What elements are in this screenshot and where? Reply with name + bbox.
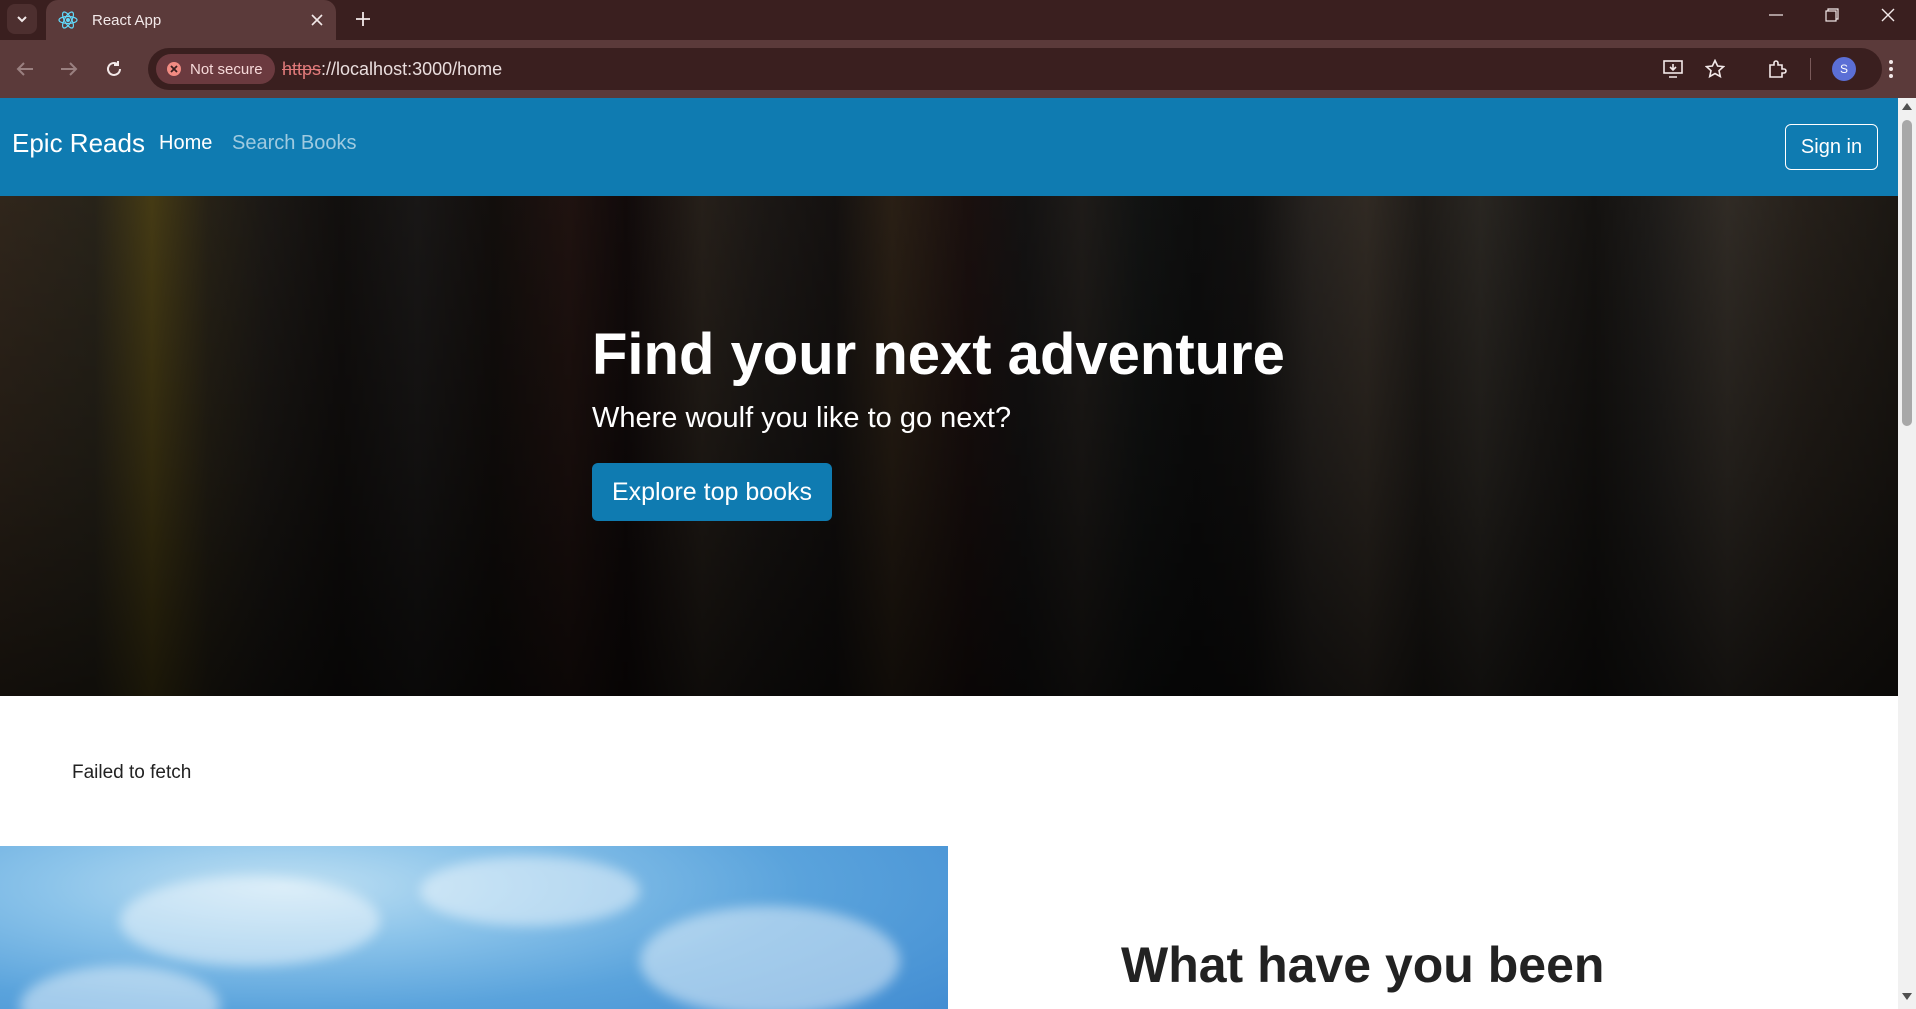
sign-in-button[interactable]: Sign in	[1785, 124, 1878, 170]
back-button[interactable]	[8, 52, 42, 86]
browser-tab-bar: React App	[0, 0, 1916, 40]
react-icon	[56, 8, 80, 32]
url-scheme: https	[282, 59, 322, 79]
site-navbar: Epic Reads Home Search Books Sign in	[0, 98, 1898, 196]
browser-toolbar: Not secure https://localhost:3000/home	[0, 40, 1916, 98]
brand-logo[interactable]: Epic Reads	[12, 128, 145, 159]
hero-title: Find your next adventure	[592, 322, 1285, 387]
extensions-icon	[1769, 60, 1787, 78]
hero-background-image	[0, 196, 1898, 696]
reload-icon	[107, 61, 121, 76]
hero-subtitle: Where woulf you like to go next?	[592, 402, 1012, 434]
error-message: Failed to fetch	[72, 762, 192, 783]
scroll-up-arrow[interactable]	[1898, 102, 1916, 116]
chevron-down-icon	[17, 16, 27, 23]
hero-banner: Find your next adventure Where woulf you…	[0, 196, 1898, 696]
page-scrollbar[interactable]	[1898, 98, 1916, 1009]
install-icon	[1663, 60, 1683, 78]
minimize-button[interactable]	[1748, 0, 1804, 30]
forward-button[interactable]	[52, 52, 86, 86]
profile-avatar[interactable]: S	[1832, 57, 1856, 81]
bookmark-button[interactable]	[1700, 55, 1730, 83]
more-icon	[1889, 60, 1893, 78]
section-heading: What have you been	[1121, 937, 1605, 993]
security-chip[interactable]: Not secure	[156, 54, 275, 84]
new-tab-button[interactable]	[348, 4, 378, 34]
scrollbar-thumb[interactable]	[1902, 120, 1912, 426]
star-icon	[1705, 59, 1725, 79]
restore-button[interactable]	[1804, 0, 1860, 30]
close-tab-icon[interactable]	[304, 7, 330, 33]
explore-top-books-button[interactable]: Explore top books	[592, 463, 832, 521]
back-icon	[16, 62, 33, 76]
forward-icon	[61, 62, 78, 76]
tab-search-button[interactable]	[7, 4, 37, 34]
nav-link-home[interactable]: Home	[159, 132, 212, 155]
address-bar[interactable]: Not secure https://localhost:3000/home	[148, 48, 1882, 90]
url-text[interactable]: https://localhost:3000/home	[282, 48, 502, 90]
scroll-down-arrow[interactable]	[1898, 993, 1916, 1007]
close-window-button[interactable]	[1860, 0, 1916, 30]
install-app-button[interactable]	[1658, 55, 1688, 83]
tab-title: React App	[92, 11, 162, 29]
browser-tab[interactable]: React App	[46, 0, 336, 40]
reload-button[interactable]	[97, 52, 131, 86]
url-rest: ://localhost:3000/home	[321, 59, 503, 79]
more-menu-button[interactable]	[1876, 54, 1906, 84]
toolbar-separator	[1810, 58, 1811, 80]
nav-link-search-books[interactable]: Search Books	[232, 132, 357, 155]
security-label: Not secure	[190, 60, 263, 78]
restore-icon	[1825, 8, 1839, 22]
error-icon	[167, 62, 181, 76]
plus-icon	[356, 12, 370, 26]
page-viewport: Epic Reads Home Search Books Sign in Fin…	[0, 98, 1898, 1009]
close-icon	[1881, 8, 1895, 22]
extensions-button[interactable]	[1762, 54, 1792, 84]
minimize-icon	[1769, 14, 1783, 16]
sky-image	[0, 846, 948, 1009]
